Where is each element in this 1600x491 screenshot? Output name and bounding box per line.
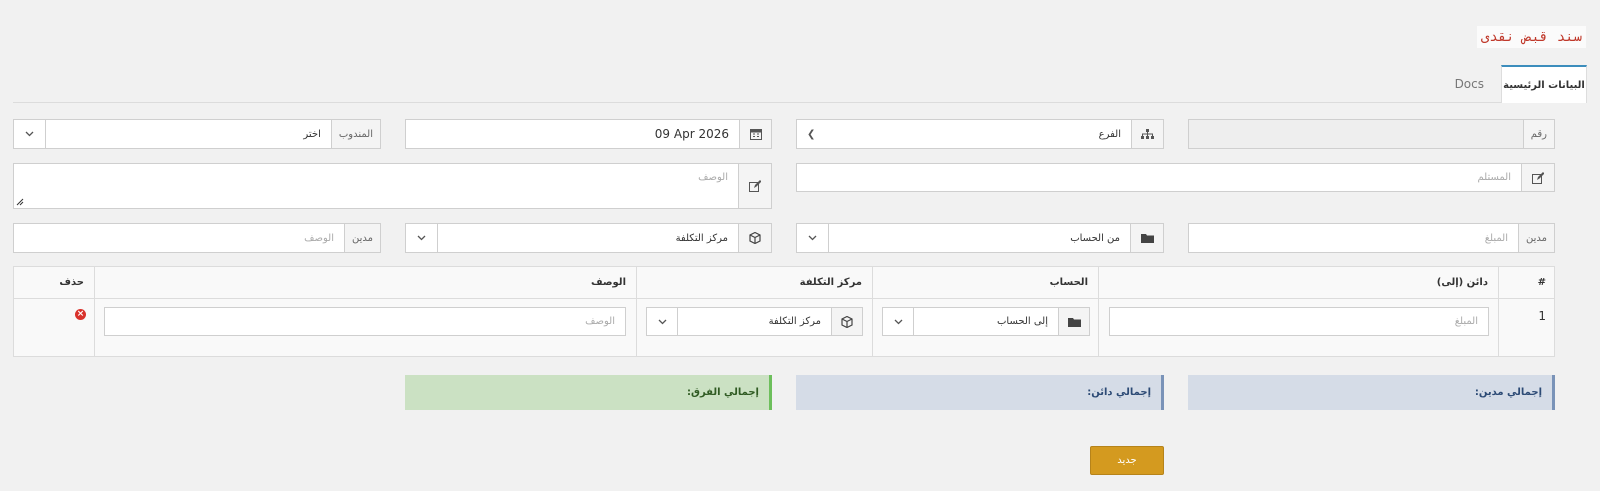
receiver-input[interactable]: المستلم (797, 164, 1521, 191)
chevron-down-icon (658, 319, 666, 324)
description-placeholder: الوصف (698, 172, 728, 183)
debit-description-input[interactable]: الوصف (14, 224, 344, 252)
debit-amount-input[interactable]: المبلغ (1189, 224, 1518, 252)
debit-label-2: مدين (343, 224, 380, 252)
date-input[interactable]: 09 Apr 2026 (406, 120, 739, 148)
description-group: الوصف (13, 163, 772, 209)
row-description-input[interactable]: الوصف (104, 307, 626, 336)
number-group: رقم (1188, 119, 1555, 149)
header-index: # (1537, 277, 1546, 288)
credit-lines-table: # دائن (إلى) الحساب مركز التكلفة الوصف ح… (13, 266, 1555, 357)
edit-icon (1521, 164, 1554, 191)
new-button[interactable]: جديد (1090, 446, 1164, 475)
description-textarea[interactable]: الوصف (14, 164, 738, 208)
chevron-down-icon (894, 319, 902, 324)
row-description-placeholder: الوصف (585, 316, 615, 327)
cost-center-group: مركز التكلفة (405, 223, 772, 253)
total-difference: إجمالي الفرق: (405, 375, 772, 410)
row-account-group: إلى الحساب (882, 307, 1090, 336)
row-cost-center-dropdown-toggle[interactable] (647, 308, 678, 335)
header-cost-center: مركز التكلفة (799, 277, 862, 288)
branch-group: الفرع ❯ (796, 119, 1164, 149)
delete-row-icon[interactable]: × (75, 309, 86, 320)
number-input[interactable] (1189, 120, 1523, 148)
debit-label: مدين (1517, 224, 1554, 252)
from-account-select[interactable]: من الحساب (829, 224, 1130, 252)
chevron-down-icon (25, 131, 34, 137)
chevron-down-icon (417, 235, 426, 241)
chevron-down-icon (808, 235, 817, 241)
total-credit: إجمالي دائن: (796, 375, 1164, 410)
total-debit: إجمالي مدين: (1188, 375, 1555, 410)
tab-docs[interactable]: Docs (1447, 65, 1492, 103)
row-index: 1 (1538, 309, 1546, 323)
from-account-group: من الحساب (796, 223, 1164, 253)
rep-dropdown-toggle[interactable] (14, 120, 46, 148)
resize-handle-icon (16, 198, 24, 206)
row-cost-center-group: مركز التكلفة (646, 307, 863, 336)
row-cost-center-select[interactable]: مركز التكلفة (678, 308, 831, 335)
receiver-group: المستلم (796, 163, 1555, 192)
from-account-dropdown-toggle[interactable] (797, 224, 829, 252)
calendar-icon (739, 120, 771, 148)
folder-icon (1130, 224, 1163, 252)
rep-group: المندوب اختر (13, 119, 381, 149)
header-account: الحساب (1049, 277, 1088, 288)
tab-main-data[interactable]: البيانات الرئيسية (1501, 65, 1587, 103)
row-amount-placeholder: المبلغ (1454, 316, 1478, 327)
branch-select[interactable]: الفرع ❯ (797, 120, 1131, 148)
cost-center-select[interactable]: مركز التكلفة (438, 224, 738, 252)
cube-icon (738, 224, 771, 252)
row-amount-input[interactable]: المبلغ (1109, 307, 1489, 336)
folder-icon (1058, 308, 1089, 335)
header-description: الوصف (590, 277, 626, 288)
debit-description-group: مدين الوصف (13, 223, 381, 253)
edit-icon (738, 164, 771, 208)
date-group: 09 Apr 2026 (405, 119, 772, 149)
tabs-divider (13, 102, 1587, 103)
number-label: رقم (1522, 120, 1554, 148)
debit-amount-group: مدين المبلغ (1188, 223, 1555, 253)
cost-center-dropdown-toggle[interactable] (406, 224, 438, 252)
page-title: سند قبض نقدى (1476, 26, 1586, 48)
sitemap-icon (1131, 120, 1163, 148)
header-delete: حذف (59, 277, 84, 288)
row-account-select[interactable]: إلى الحساب (914, 308, 1058, 335)
cube-icon (831, 308, 862, 335)
rep-label: المندوب (330, 120, 380, 148)
rep-select[interactable]: اختر (46, 120, 331, 148)
branch-select-value: الفرع (1098, 128, 1121, 140)
chevron-down-icon: ❯ (807, 128, 816, 140)
row-account-dropdown-toggle[interactable] (883, 308, 914, 335)
header-credit: دائن (إلى) (1436, 277, 1488, 288)
table-header-divider (14, 298, 1554, 299)
